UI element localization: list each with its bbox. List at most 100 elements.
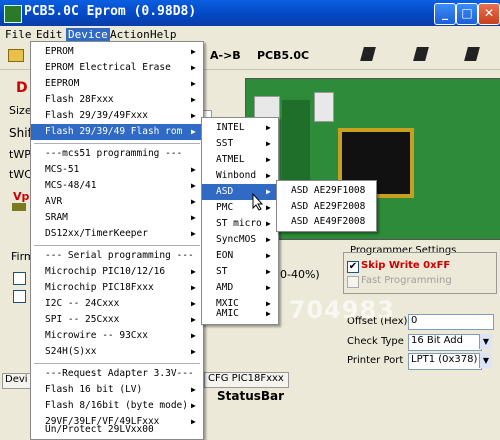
tab-cfg-pic18[interactable]: CFG PIC18Fxxx <box>204 372 289 388</box>
manufacturer-menu-item[interactable]: INTEL ▶ <box>202 120 278 136</box>
device-menu-item[interactable]: EPROM ▶ <box>31 44 203 60</box>
printer-port-select[interactable]: LPT1 (0x378) <box>408 353 482 370</box>
check-type-select[interactable]: 16 Bit Add <box>408 334 482 351</box>
submenu-arrow-icon: ▶ <box>191 331 196 340</box>
device-menu-item[interactable]: I2C -- 24Cxxx ▶ <box>31 296 203 312</box>
board-socket <box>314 92 334 122</box>
menu-item-label: ST <box>216 266 228 277</box>
chip-menu-item[interactable]: ASD AE29F2008 <box>277 199 376 215</box>
device-name-label: PCB5.0C <box>257 49 310 62</box>
manufacturer-menu-item[interactable]: ATMEL ▶ <box>202 152 278 168</box>
submenu-arrow-icon: ▶ <box>191 197 196 206</box>
menu-device[interactable]: Device <box>66 28 110 41</box>
firmware-checkbox[interactable] <box>13 290 26 303</box>
close-button[interactable]: ✕ <box>478 3 500 25</box>
menu-file[interactable]: File <box>5 28 32 41</box>
device-menu-item[interactable]: DS12xx/TimerKeeper ▶ <box>31 226 203 242</box>
submenu-arrow-icon: ▶ <box>266 155 271 164</box>
device-menu-item[interactable]: --- Serial programming --- <box>31 248 203 264</box>
manufacturer-menu-item[interactable]: ASD ▶ <box>202 184 278 200</box>
percent-label: 0-40%) <box>280 268 320 281</box>
submenu-arrow-icon: ▶ <box>191 63 196 72</box>
device-menu-item[interactable]: MCS-51 ▶ <box>31 162 203 178</box>
a-to-b-button[interactable]: A->B <box>210 49 241 62</box>
chip-menu-item[interactable]: ASD AE29F1008 <box>277 183 376 199</box>
manufacturer-menu-item[interactable]: PMC ▶ <box>202 200 278 216</box>
device-menu-item[interactable]: Flash 29/39/49 Flash rom ▶ <box>31 124 203 140</box>
submenu-arrow-icon: ▶ <box>266 283 271 292</box>
device-menu-item[interactable]: Flash 8/16bit (byte mode) ▶ <box>31 398 203 414</box>
shift-label: Shif <box>9 126 32 140</box>
menu-item-label: ---mcs51 programming --- <box>45 148 183 159</box>
device-menu-item[interactable]: Flash 16 bit (LV) ▶ <box>31 382 203 398</box>
printer-port-label: Printer Port <box>347 355 404 366</box>
chevron-down-icon[interactable]: ▼ <box>479 334 492 349</box>
mouse-cursor-icon <box>252 193 264 211</box>
submenu-arrow-icon: ▶ <box>191 181 196 190</box>
maximize-button[interactable]: □ <box>456 3 478 25</box>
device-menu-item[interactable]: ---mcs51 programming --- <box>31 146 203 162</box>
submenu-arrow-icon: ▶ <box>191 111 196 120</box>
device-menu-item[interactable]: Microchip PIC18Fxxx ▶ <box>31 280 203 296</box>
folder-open-icon[interactable] <box>8 49 24 62</box>
device-menu-item[interactable]: ---Request Adapter 3.3V--- <box>31 366 203 382</box>
skip-write-checkbox[interactable]: ✔ <box>347 261 359 273</box>
skip-write-label: Skip Write 0xFF <box>361 260 451 271</box>
device-menu-item[interactable]: EPROM Electrical Erase ▶ <box>31 60 203 76</box>
status-bar: StatusBar <box>217 389 285 403</box>
fast-programming-checkbox[interactable] <box>347 276 359 288</box>
device-menu-item[interactable]: Microchip PIC10/12/16 ▶ <box>31 264 203 280</box>
device-menu-item[interactable]: SRAM ▶ <box>31 210 203 226</box>
manufacturer-menu-item[interactable]: ST micro ▶ <box>202 216 278 232</box>
chip-icon[interactable] <box>413 47 429 61</box>
manufacturer-menu-item[interactable]: ST ▶ <box>202 264 278 280</box>
manufacturer-menu-item[interactable]: Winbond ▶ <box>202 168 278 184</box>
manufacturer-menu-item[interactable]: EON ▶ <box>202 248 278 264</box>
minimize-button[interactable]: _ <box>434 3 456 25</box>
menu-item-label: DS12xx/TimerKeeper <box>45 228 148 239</box>
menu-item-label: AVR <box>45 196 63 207</box>
menu-edit[interactable]: Edit <box>36 28 63 41</box>
menu-item-label: EPROM Electrical Erase <box>45 62 171 73</box>
submenu-arrow-icon: ▶ <box>266 187 271 196</box>
device-menu-item[interactable]: EEPROM ▶ <box>31 76 203 92</box>
programmer-settings-group <box>343 252 497 294</box>
menu-item-label: MCS-48/41 <box>45 180 97 191</box>
device-menu-item[interactable]: Flash 29/39/49Fxxx ▶ <box>31 108 203 124</box>
device-menu-item[interactable]: S24H(S)xx ▶ <box>31 344 203 360</box>
device-menu-item[interactable]: SPI -- 25Cxxx ▶ <box>31 312 203 328</box>
menu-item-label: Flash 8/16bit (byte mode) <box>45 400 188 411</box>
firmware-checkbox[interactable] <box>13 272 26 285</box>
check-type-label: Check Type <box>347 336 404 347</box>
manufacturer-menu-item[interactable]: SyncMOS ▶ <box>202 232 278 248</box>
vp-indicator <box>12 203 26 211</box>
menu-help[interactable]: Help <box>150 28 177 41</box>
menu-item-label: Un/Protect 29LVxx00 <box>45 424 154 435</box>
chip-menu-item[interactable]: ASD AE49F2008 <box>277 214 376 230</box>
submenu-arrow-icon: ▶ <box>266 171 271 180</box>
window-title: PCB5.0C Eprom (0.98D8) <box>24 4 197 19</box>
menu-item-label: SRAM <box>45 212 68 223</box>
menu-item-label: SPI -- 25Cxxx <box>45 314 120 325</box>
submenu-arrow-icon: ▶ <box>191 299 196 308</box>
device-menu-item[interactable]: Un/Protect 29LVxx00 <box>31 422 203 438</box>
menu-item-label: EON <box>216 250 234 261</box>
device-menu-item[interactable]: MCS-48/41 ▶ <box>31 178 203 194</box>
manufacturer-menu-item[interactable]: AMIC ▶ <box>202 306 278 322</box>
manufacturer-menu-item[interactable]: SST ▶ <box>202 136 278 152</box>
submenu-arrow-icon: ▶ <box>266 219 271 228</box>
menu-item-label: EPROM <box>45 46 74 57</box>
device-menu-item[interactable]: Flash 28Fxxx ▶ <box>31 92 203 108</box>
chevron-down-icon[interactable]: ▼ <box>479 353 492 368</box>
submenu-arrow-icon: ▶ <box>191 95 196 104</box>
manufacturer-menu-item[interactable]: AMD ▶ <box>202 280 278 296</box>
device-menu-item[interactable]: Microwire -- 93Cxx ▶ <box>31 328 203 344</box>
offset-input[interactable]: 0 <box>408 314 494 330</box>
size-label: Size <box>9 104 32 117</box>
chip-icon[interactable] <box>464 47 480 61</box>
menu-action[interactable]: Action <box>110 28 150 41</box>
device-menu-item[interactable]: AVR ▶ <box>31 194 203 210</box>
chip-icon[interactable] <box>360 47 376 61</box>
submenu-arrow-icon: ▶ <box>191 229 196 238</box>
menu-item-label: AMD <box>216 282 234 293</box>
